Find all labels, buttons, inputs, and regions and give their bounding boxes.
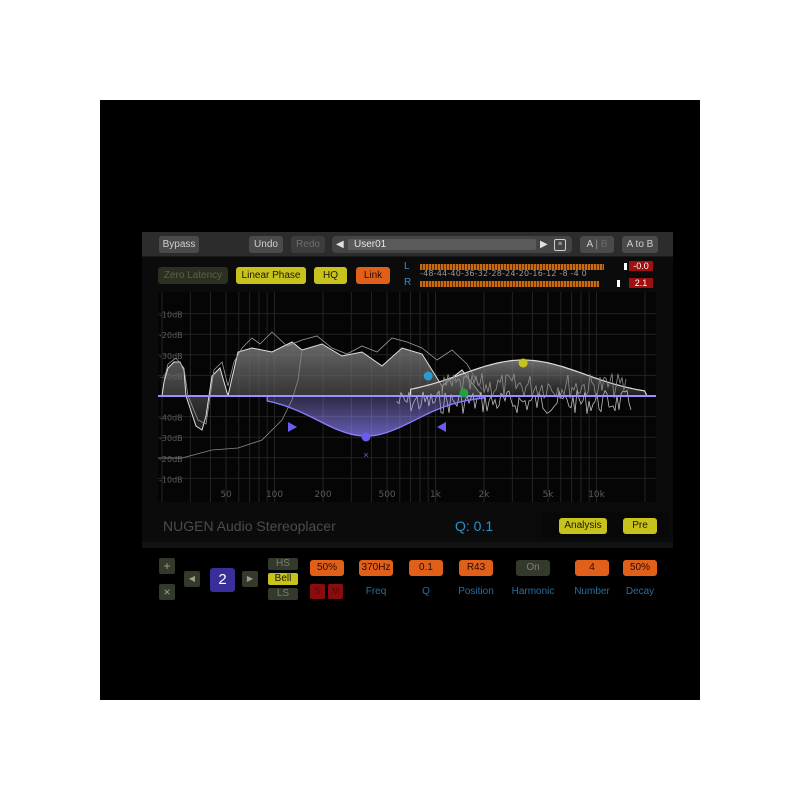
position-label: Position — [458, 586, 494, 597]
db-label: -20dB — [159, 331, 183, 340]
meter-right-peak-value[interactable]: 2.1 — [629, 278, 653, 288]
meter-left-peak-value[interactable]: -0.0 — [629, 261, 653, 271]
decay-label: Decay — [625, 586, 655, 597]
mute-button[interactable]: M — [328, 584, 343, 599]
remove-band-button[interactable]: × — [159, 584, 175, 600]
shape-bell-button[interactable]: Bell — [268, 573, 298, 585]
meter-right-bar — [420, 281, 599, 287]
freq-label: 50 — [220, 490, 232, 500]
add-band-button[interactable]: + — [159, 558, 175, 574]
ab-b-label: B — [600, 239, 608, 250]
freq-label: 10k — [588, 490, 605, 500]
band-x-marker: × — [363, 450, 368, 460]
freq-label: 2k — [479, 490, 491, 500]
ab-sep: | — [595, 239, 599, 250]
shape-ls-button[interactable]: LS — [268, 588, 298, 600]
a-to-b-button[interactable]: A to B — [622, 236, 658, 253]
db-label: -20dB — [159, 455, 183, 464]
hq-button[interactable]: HQ — [314, 267, 347, 284]
preset-next-icon[interactable]: ▶ — [540, 236, 548, 253]
meter-left-peak-marker — [624, 263, 627, 270]
freq-label: 1k — [430, 490, 442, 500]
band-handle — [459, 388, 469, 398]
meter-left-label: L — [404, 261, 410, 272]
eq-graph[interactable]: -10dB-20dB-30dB-40dB -40dB-30dB-20dB-10d… — [142, 290, 673, 505]
freq-label: 500 — [378, 490, 395, 500]
preset-selector[interactable]: ◀ User01 ▶ ≡ — [332, 236, 572, 253]
link-button[interactable]: Link — [356, 267, 390, 284]
db-label: -10dB — [159, 475, 183, 484]
linear-phase-button[interactable]: Linear Phase — [236, 267, 306, 284]
analysis-button[interactable]: Analysis — [559, 518, 607, 534]
zero-latency-button[interactable]: Zero Latency — [158, 267, 228, 284]
number-label: Number — [574, 586, 610, 597]
selected-band-handle — [361, 432, 371, 442]
freq-label: Freq — [365, 586, 387, 597]
decay-value[interactable]: 50% — [623, 560, 657, 576]
db-label: -30dB — [159, 352, 183, 361]
db-label: -40dB — [159, 414, 183, 423]
gain-value[interactable]: 50% — [310, 560, 344, 576]
product-title: NUGEN Audio Stereoplacer — [163, 518, 336, 534]
band-handle — [518, 358, 528, 368]
top-toolbar: Bypass Undo Redo ◀ User01 ▶ ≡ A | B A to… — [142, 232, 673, 257]
meter-right-label: R — [404, 277, 412, 288]
q-label: Q — [422, 586, 430, 597]
q-value[interactable]: 0.1 — [409, 560, 443, 576]
band-handle — [423, 371, 433, 381]
freq-label: 100 — [266, 490, 283, 500]
harmonic-toggle[interactable]: On — [516, 560, 550, 576]
bypass-button[interactable]: Bypass — [159, 236, 199, 253]
freq-label: 200 — [314, 490, 331, 500]
ab-toggle-button[interactable]: A | B — [580, 236, 614, 253]
harmonic-label: Harmonic — [511, 586, 555, 597]
undo-button[interactable]: Undo — [249, 236, 283, 253]
meter-scale: -48-44-40-36-32-28-24-20-16-12 -8 -4 0 — [420, 269, 587, 278]
meter-right-peak-marker — [617, 280, 620, 287]
freq-label: 5k — [543, 490, 555, 500]
db-label: -10dB — [159, 311, 183, 320]
preset-list-icon[interactable]: ≡ — [554, 239, 566, 251]
prev-band-button[interactable]: ◀ — [184, 571, 200, 587]
preset-name[interactable]: User01 — [354, 236, 386, 253]
shape-hs-button[interactable]: HS — [268, 558, 298, 570]
solo-button[interactable]: S — [310, 584, 325, 599]
number-value[interactable]: 4 — [575, 560, 609, 576]
redo-button[interactable]: Redo — [291, 236, 325, 253]
preset-prev-icon[interactable]: ◀ — [336, 236, 344, 253]
plus-icon: + — [163, 559, 171, 573]
close-icon: × — [163, 585, 171, 599]
q-readout: Q: 0.1 — [455, 518, 494, 534]
pre-button[interactable]: Pre — [623, 518, 657, 534]
next-band-button[interactable]: ▶ — [242, 571, 258, 587]
ab-a-label: A — [586, 239, 593, 250]
triangle-right-icon: ▶ — [246, 574, 254, 583]
db-label: -30dB — [159, 434, 183, 443]
position-value[interactable]: R43 — [459, 560, 493, 576]
band-number: 2 — [210, 568, 235, 592]
freq-value[interactable]: 370Hz — [359, 560, 393, 576]
triangle-left-icon: ◀ — [188, 574, 196, 583]
